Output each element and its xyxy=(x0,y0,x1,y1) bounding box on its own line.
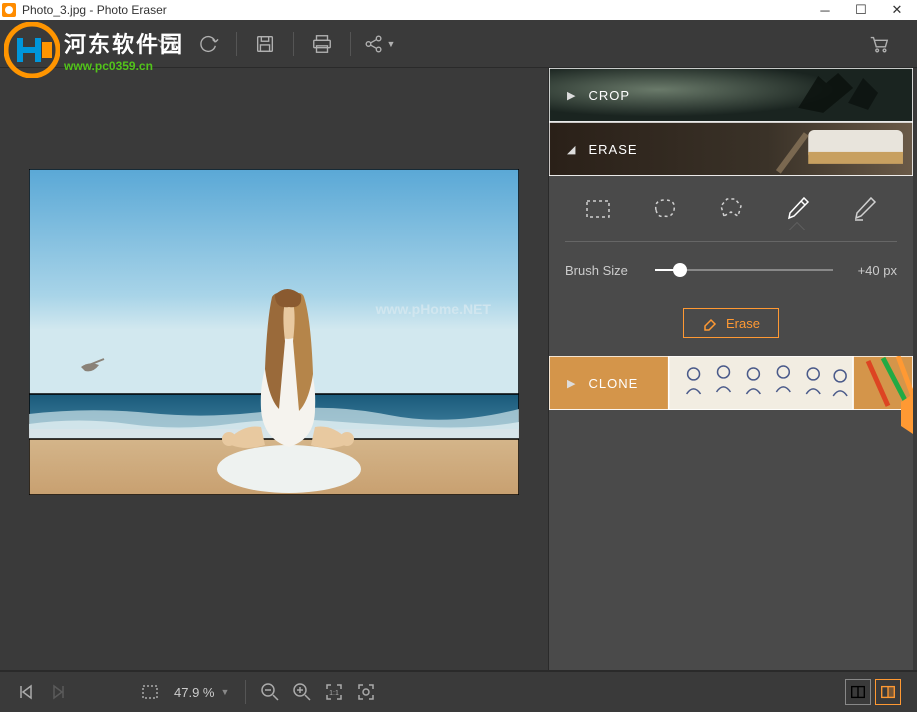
zoom-level[interactable]: 47.9 % ▼ xyxy=(174,685,229,700)
fit-screen-button[interactable]: 1:1 xyxy=(318,676,350,708)
zoom-grid-button[interactable] xyxy=(134,676,166,708)
share-icon xyxy=(363,33,385,55)
poly-lasso-tool[interactable] xyxy=(711,189,751,229)
next-icon xyxy=(48,682,68,702)
eraser-icon xyxy=(702,315,718,331)
app-icon xyxy=(2,3,16,17)
next-image-button[interactable] xyxy=(42,676,74,708)
rect-select-tool[interactable] xyxy=(578,189,618,229)
print-icon xyxy=(311,33,333,55)
zoom-out-icon xyxy=(260,682,280,702)
accordion-clone-label: CLONE xyxy=(588,376,638,391)
brush-size-value: +40 px xyxy=(843,263,897,278)
brush-size-row: Brush Size +40 px xyxy=(565,242,897,298)
compare-v-icon xyxy=(879,683,897,701)
chevron-down-icon: ▼ xyxy=(220,687,229,697)
first-image-button[interactable] xyxy=(10,676,42,708)
erase-button[interactable]: Erase xyxy=(683,308,779,338)
share-button[interactable]: ▼ xyxy=(361,26,397,62)
brush-size-slider[interactable] xyxy=(655,269,833,271)
chevron-down-icon: ◢ xyxy=(567,143,576,156)
canvas-area[interactable]: www.pHome.NET xyxy=(0,68,548,670)
compare-vertical-button[interactable] xyxy=(875,679,901,705)
chevron-down-icon: ▼ xyxy=(387,39,396,49)
save-icon xyxy=(254,33,276,55)
eraser-brush-tool[interactable] xyxy=(844,189,884,229)
print-button[interactable] xyxy=(304,26,340,62)
titlebar: Photo_3.jpg - Photo Eraser ─ ☐ ✕ xyxy=(0,0,917,20)
watermark-badge-icon xyxy=(4,22,60,78)
brush-tool[interactable] xyxy=(777,189,817,229)
first-icon xyxy=(16,682,36,702)
zoom-value: 47.9 % xyxy=(174,685,214,700)
grid-icon xyxy=(140,682,160,702)
fit-icon: 1:1 xyxy=(324,682,344,702)
watermark-url: www.pc0359.cn xyxy=(64,59,184,73)
brush-size-label: Brush Size xyxy=(565,263,645,278)
actual-icon xyxy=(356,682,376,702)
cart-button[interactable] xyxy=(861,26,897,62)
chevron-right-icon: ▶ xyxy=(567,377,576,390)
zoom-out-button[interactable] xyxy=(254,676,286,708)
photo-preview[interactable]: www.pHome.NET xyxy=(29,169,519,495)
erase-tool-row xyxy=(565,176,897,242)
accordion-erase[interactable]: ◢ ERASE xyxy=(549,122,913,176)
right-panel: ▶ CROP ◢ ERASE xyxy=(548,68,913,670)
actual-size-button[interactable] xyxy=(350,676,382,708)
close-button[interactable]: ✕ xyxy=(879,0,915,20)
redo-icon xyxy=(197,33,219,55)
accordion-erase-label: ERASE xyxy=(588,142,637,157)
cart-icon xyxy=(868,33,890,55)
compare-h-icon xyxy=(849,683,867,701)
chevron-right-icon: ▶ xyxy=(567,89,576,102)
accordion-crop-label: CROP xyxy=(588,88,630,103)
bottombar: 47.9 % ▼ 1:1 xyxy=(0,670,917,712)
minimize-button[interactable]: ─ xyxy=(807,0,843,20)
accordion-crop[interactable]: ▶ CROP xyxy=(549,68,913,122)
erase-button-label: Erase xyxy=(726,316,760,331)
svg-text:1:1: 1:1 xyxy=(330,690,340,697)
watermark-logo: 河东软件园 www.pc0359.cn xyxy=(4,22,184,78)
compare-horizontal-button[interactable] xyxy=(845,679,871,705)
zoom-in-icon xyxy=(292,682,312,702)
redo-button[interactable] xyxy=(190,26,226,62)
save-button[interactable] xyxy=(247,26,283,62)
photo-watermark: www.pHome.NET xyxy=(376,301,491,317)
zoom-in-button[interactable] xyxy=(286,676,318,708)
slider-thumb[interactable] xyxy=(673,263,687,277)
window-title: Photo_3.jpg - Photo Eraser xyxy=(22,3,807,17)
accordion-clone[interactable]: ▶ CLONE xyxy=(549,356,913,410)
watermark-text-cn: 河东软件园 xyxy=(64,27,184,59)
maximize-button[interactable]: ☐ xyxy=(843,0,879,20)
lasso-tool[interactable] xyxy=(645,189,685,229)
erase-panel: Brush Size +40 px Erase xyxy=(549,176,913,356)
